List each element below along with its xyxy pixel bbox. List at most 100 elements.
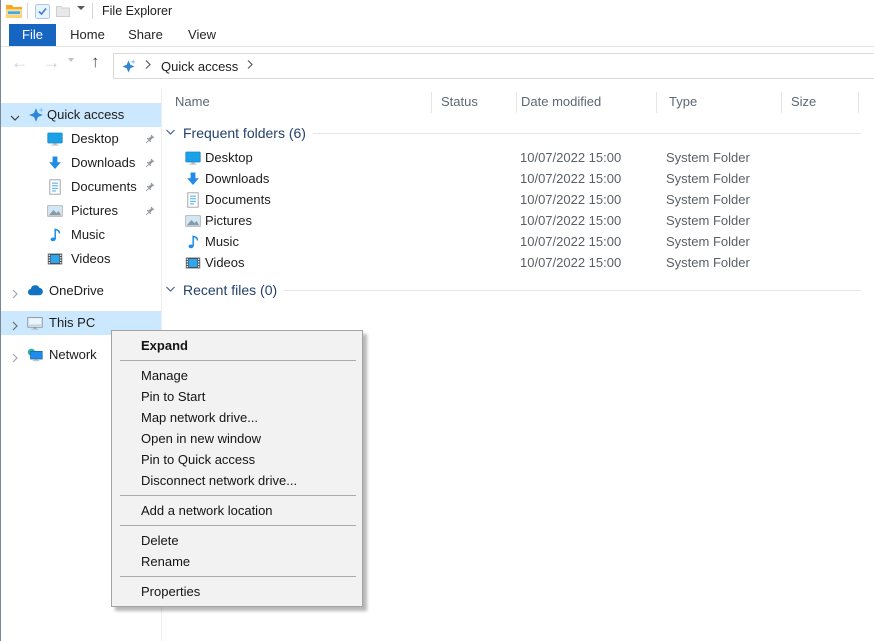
- videos-icon: [47, 251, 63, 267]
- menu-item-expand[interactable]: Expand: [112, 335, 362, 356]
- address-bar[interactable]: Quick access: [113, 53, 874, 79]
- sidebar-item-music[interactable]: Music: [1, 223, 161, 247]
- column-separator[interactable]: [516, 92, 517, 113]
- column-separator[interactable]: [858, 92, 859, 113]
- up-icon[interactable]: ↑: [91, 49, 100, 75]
- menu-item-properties[interactable]: Properties: [112, 581, 362, 602]
- group-header-recent-files[interactable]: Recent files (0): [165, 281, 861, 299]
- group-divider-line: [284, 290, 861, 291]
- quick-access-star-icon: [121, 59, 136, 74]
- chevron-right-icon[interactable]: [10, 350, 20, 360]
- menu-item-rename[interactable]: Rename: [112, 551, 362, 572]
- forward-icon[interactable]: →: [43, 50, 60, 76]
- file-name: Pictures: [205, 210, 252, 231]
- menu-item-delete[interactable]: Delete: [112, 530, 362, 551]
- file-name: Documents: [205, 189, 271, 210]
- file-type: System Folder: [666, 189, 750, 210]
- breadcrumb-chevron-icon[interactable]: [145, 57, 152, 75]
- file-date-modified: 10/07/2022 15:00: [520, 210, 621, 231]
- documents-icon: [185, 192, 201, 208]
- file-row-pictures[interactable]: Pictures 10/07/2022 15:00 System Folder: [161, 210, 874, 231]
- column-header-size[interactable]: Size: [791, 94, 816, 109]
- file-date-modified: 10/07/2022 15:00: [520, 252, 621, 273]
- group-header-frequent-folders[interactable]: Frequent folders (6): [165, 124, 861, 142]
- file-type: System Folder: [666, 147, 750, 168]
- sidebar-item-desktop[interactable]: Desktop: [1, 127, 161, 151]
- sidebar-item-downloads[interactable]: Downloads: [1, 151, 161, 175]
- file-row-desktop[interactable]: Desktop 10/07/2022 15:00 System Folder: [161, 147, 874, 168]
- column-header-name[interactable]: Name: [175, 94, 210, 109]
- group-divider-line: [313, 133, 861, 134]
- sidebar-item-onedrive[interactable]: OneDrive: [1, 279, 161, 303]
- file-row-documents[interactable]: Documents 10/07/2022 15:00 System Folder: [161, 189, 874, 210]
- this-pc-icon: [27, 315, 43, 331]
- sidebar-item-quick-access[interactable]: Quick access: [1, 103, 161, 127]
- column-header-date-modified[interactable]: Date modified: [521, 94, 601, 109]
- file-name: Desktop: [205, 147, 253, 168]
- music-icon: [47, 227, 63, 243]
- new-folder-icon[interactable]: [56, 5, 70, 18]
- breadcrumb-chevron-icon[interactable]: [247, 57, 254, 75]
- menu-separator: [120, 495, 356, 496]
- pictures-icon: [47, 203, 63, 219]
- tab-view[interactable]: View: [176, 24, 228, 46]
- tab-home[interactable]: Home: [60, 24, 115, 46]
- menu-separator: [120, 525, 356, 526]
- sidebar-item-pictures[interactable]: Pictures: [1, 199, 161, 223]
- file-name: Downloads: [205, 168, 269, 189]
- chevron-right-icon[interactable]: [10, 318, 20, 328]
- properties-icon[interactable]: [35, 4, 50, 19]
- menu-item-map-network-drive[interactable]: Map network drive...: [112, 407, 362, 428]
- recent-locations-icon[interactable]: [68, 62, 74, 80]
- documents-icon: [47, 179, 63, 195]
- tab-share[interactable]: Share: [119, 24, 172, 46]
- music-icon: [185, 234, 201, 250]
- breadcrumb-item-quick-access[interactable]: Quick access: [161, 59, 238, 74]
- sidebar-item-documents[interactable]: Documents: [1, 175, 161, 199]
- menu-separator: [120, 360, 356, 361]
- menu-item-pin-to-quick-access[interactable]: Pin to Quick access: [112, 449, 362, 470]
- title-bar: File Explorer: [1, 0, 874, 24]
- pin-icon[interactable]: [143, 181, 155, 193]
- menu-item-add-a-network-location[interactable]: Add a network location: [112, 500, 362, 521]
- column-separator[interactable]: [431, 92, 432, 113]
- pin-icon[interactable]: [143, 157, 155, 169]
- pin-icon[interactable]: [143, 205, 155, 217]
- pin-icon[interactable]: [143, 133, 155, 145]
- menu-item-manage[interactable]: Manage: [112, 365, 362, 386]
- file-type: System Folder: [666, 252, 750, 273]
- navigation-toolbar: ← → ↑ Quick access: [1, 47, 874, 88]
- desktop-icon: [47, 131, 63, 147]
- column-header-type[interactable]: Type: [669, 94, 697, 109]
- window-title: File Explorer: [102, 4, 172, 18]
- back-icon[interactable]: ←: [11, 50, 28, 76]
- chevron-down-icon: [165, 124, 176, 142]
- file-row-downloads[interactable]: Downloads 10/07/2022 15:00 System Folder: [161, 168, 874, 189]
- chevron-right-icon[interactable]: [10, 286, 20, 296]
- file-date-modified: 10/07/2022 15:00: [520, 147, 621, 168]
- file-date-modified: 10/07/2022 15:00: [520, 189, 621, 210]
- downloads-icon: [47, 155, 63, 171]
- menu-item-pin-to-start[interactable]: Pin to Start: [112, 386, 362, 407]
- column-separator[interactable]: [656, 92, 657, 113]
- sidebar-item-videos[interactable]: Videos: [1, 247, 161, 271]
- file-date-modified: 10/07/2022 15:00: [520, 168, 621, 189]
- file-type: System Folder: [666, 210, 750, 231]
- menu-separator: [120, 576, 356, 577]
- file-explorer-window: File Explorer File Home Share View ← → ↑…: [0, 0, 874, 641]
- downloads-icon: [185, 171, 201, 187]
- column-header-status[interactable]: Status: [441, 94, 478, 109]
- column-separator[interactable]: [781, 92, 782, 113]
- chevron-down-icon[interactable]: [10, 110, 20, 120]
- onedrive-icon: [27, 283, 43, 299]
- pictures-icon: [185, 213, 201, 229]
- videos-icon: [185, 255, 201, 271]
- menu-item-open-in-new-window[interactable]: Open in new window: [112, 428, 362, 449]
- context-menu: Expand Manage Pin to Start Map network d…: [111, 330, 363, 607]
- file-row-music[interactable]: Music 10/07/2022 15:00 System Folder: [161, 231, 874, 252]
- quick-access-star-icon: [28, 107, 44, 123]
- tab-file[interactable]: File: [9, 24, 56, 46]
- file-row-videos[interactable]: Videos 10/07/2022 15:00 System Folder: [161, 252, 874, 273]
- menu-item-disconnect-network-drive[interactable]: Disconnect network drive...: [112, 470, 362, 491]
- file-explorer-icon: [5, 4, 23, 19]
